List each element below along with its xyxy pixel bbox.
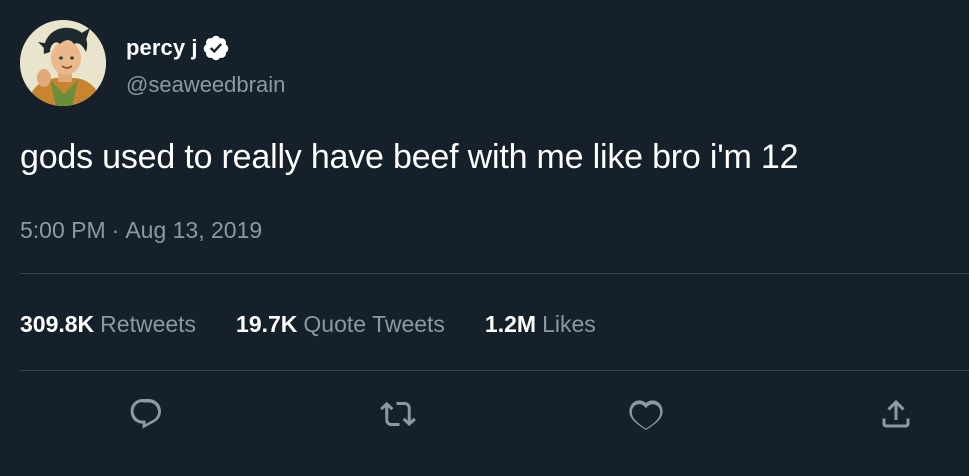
- tweet-time: 5:00 PM: [20, 217, 106, 243]
- retweet-button[interactable]: [378, 394, 418, 434]
- verified-badge-icon: [202, 34, 230, 62]
- stat-quote-tweets[interactable]: 19.7K Quote Tweets: [236, 311, 445, 338]
- stat-value: 309.8K: [20, 311, 95, 337]
- tweet-date: Aug 13, 2019: [125, 217, 263, 243]
- like-button[interactable]: [626, 394, 666, 434]
- stat-retweets[interactable]: 309.8K Retweets: [20, 311, 196, 338]
- stat-likes[interactable]: 1.2M Likes: [485, 311, 596, 338]
- reply-button[interactable]: [126, 394, 166, 434]
- share-button[interactable]: [876, 394, 916, 434]
- stat-label: Likes: [542, 311, 596, 337]
- share-icon: [882, 399, 910, 428]
- user-handle[interactable]: @seaweedbrain: [126, 72, 285, 98]
- like-icon: [629, 400, 663, 431]
- divider: [20, 370, 969, 371]
- name-row: percy j: [126, 33, 230, 63]
- divider: [20, 273, 969, 274]
- display-name[interactable]: percy j: [126, 35, 198, 61]
- tweet-text: gods used to really have beef with me li…: [20, 138, 799, 176]
- timestamp-separator: ·: [111, 217, 120, 243]
- stat-label: Retweets: [100, 311, 197, 337]
- retweet-icon: [380, 401, 416, 427]
- avatar[interactable]: [20, 20, 106, 106]
- reply-icon: [130, 399, 161, 429]
- engagement-stats: 309.8K Retweets 19.7K Quote Tweets 1.2M Lik…: [20, 311, 636, 338]
- tweet-card: percy j @seaweedbrain gods used to reall…: [0, 0, 969, 476]
- stat-value: 1.2M: [484, 311, 537, 337]
- tweet-timestamp[interactable]: 5:00 PM · Aug 13, 2019: [20, 217, 262, 244]
- stat-value: 19.7K: [236, 311, 298, 337]
- avatar-image: [20, 20, 106, 106]
- stat-label: Quote Tweets: [303, 311, 445, 337]
